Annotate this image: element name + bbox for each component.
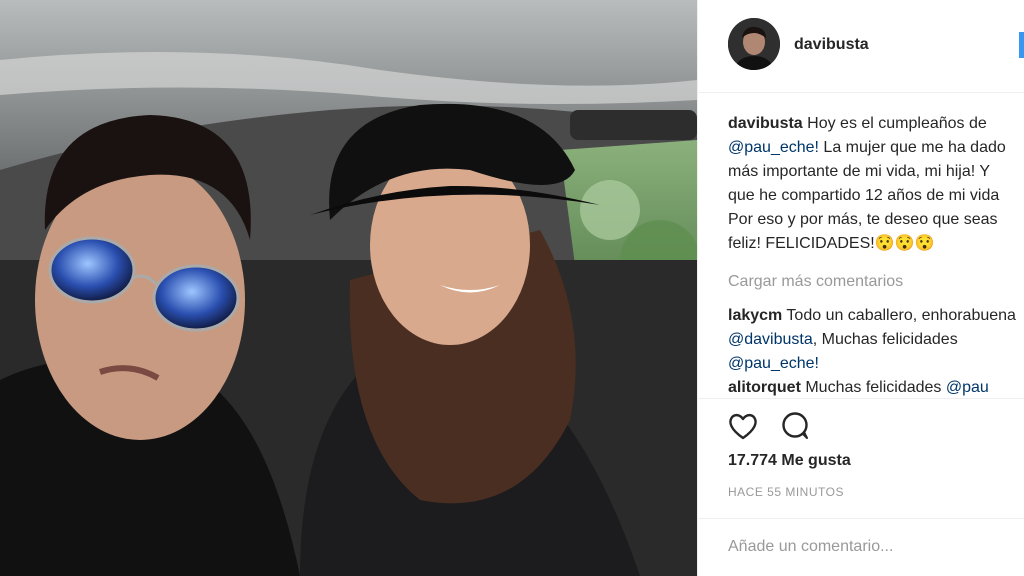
comment-text: Todo un caballero, enhorabuena	[786, 307, 1016, 324]
add-comment-section	[698, 518, 1024, 576]
caption-text: más importante de mi vida, mi hija! Y	[728, 163, 991, 180]
post-timestamp: HACE 55 MINUTOS	[728, 485, 844, 499]
comment-bubble-icon[interactable]	[778, 409, 812, 443]
add-comment-input[interactable]	[728, 535, 1008, 559]
heart-icon[interactable]	[726, 409, 760, 443]
caption-text: que he compartido 12 años de mi vida	[728, 187, 1000, 204]
caption-text: Por eso y por más, te deseo que seas	[728, 211, 998, 228]
load-more-comments-link[interactable]: Cargar más comentarios	[728, 270, 1024, 294]
caption-text: La mujer que me ha dado	[818, 139, 1006, 156]
comment-username-link[interactable]: lakycm	[728, 307, 782, 324]
comment-text: Muchas felicidades	[805, 379, 942, 396]
caption-mention-link[interactable]: @pau_eche!	[728, 139, 819, 156]
author-username-link[interactable]: davibusta	[794, 36, 869, 54]
comment-mention-link[interactable]: @pau_eche!	[728, 355, 819, 372]
action-bar	[698, 398, 1024, 449]
caption-username-link[interactable]: davibusta	[728, 115, 803, 132]
comments-list: davibusta Hoy es el cumpleaños de @pau_e…	[728, 112, 1024, 400]
comment-mention-link[interactable]: @pau	[946, 379, 989, 396]
author-avatar[interactable]	[728, 18, 780, 70]
caption: davibusta Hoy es el cumpleaños de @pau_e…	[728, 112, 1024, 256]
comment: alitorquet Muchas felicidades @pau	[728, 376, 1024, 400]
avatar-image	[728, 18, 780, 70]
post-details-panel: davibusta davibusta Hoy es el cumpleaños…	[697, 0, 1024, 576]
comment: lakycm Todo un caballero, enhorabuena @d…	[728, 304, 1024, 376]
post-photo[interactable]	[0, 0, 697, 576]
comment-text: , Muchas felicidades	[812, 331, 958, 348]
follow-button[interactable]	[1019, 32, 1024, 58]
likes-count[interactable]: 17.774 Me gusta	[728, 452, 851, 470]
caption-text: Hoy es el cumpleaños de	[807, 115, 987, 132]
comment-username-link[interactable]: alitorquet	[728, 379, 801, 396]
post-photo-image	[0, 0, 697, 576]
post-header: davibusta	[698, 0, 1024, 93]
caption-text: feliz! FELICIDADES!😯😯😯	[728, 235, 935, 252]
comment-mention-link[interactable]: @davibusta	[728, 331, 813, 348]
